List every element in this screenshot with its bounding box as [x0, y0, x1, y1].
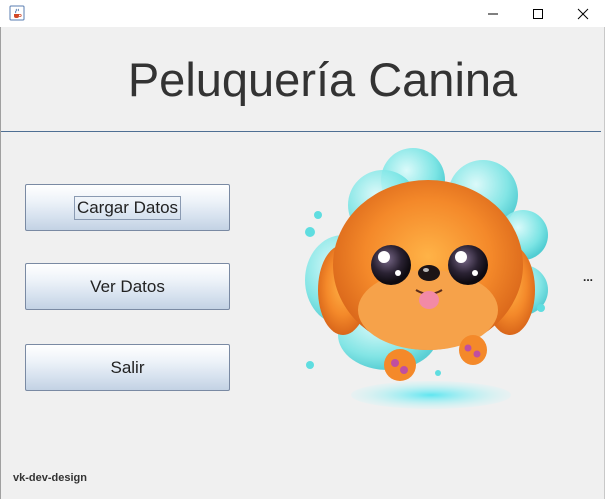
- header-separator: [1, 131, 601, 132]
- close-button[interactable]: [560, 0, 605, 27]
- minimize-icon: [487, 13, 498, 14]
- view-data-label: Ver Datos: [90, 276, 165, 296]
- close-icon: [577, 8, 588, 19]
- java-cup-icon: [9, 5, 25, 21]
- ellipsis-label: ...: [583, 270, 594, 284]
- page-title: Peluquería Canina: [127, 53, 518, 106]
- minimize-button[interactable]: [470, 0, 515, 27]
- maximize-icon: [532, 8, 543, 19]
- load-data-label: Cargar Datos: [73, 195, 182, 220]
- exit-label: Salir: [110, 357, 145, 377]
- exit-button[interactable]: Salir: [25, 344, 230, 391]
- puppy-image: [298, 140, 558, 415]
- load-data-button[interactable]: Cargar Datos: [25, 184, 230, 231]
- window-titlebar: [0, 0, 605, 27]
- view-data-button[interactable]: Ver Datos: [25, 263, 230, 310]
- maximize-button[interactable]: [515, 0, 560, 27]
- credit-label: vk-dev-design: [13, 472, 87, 484]
